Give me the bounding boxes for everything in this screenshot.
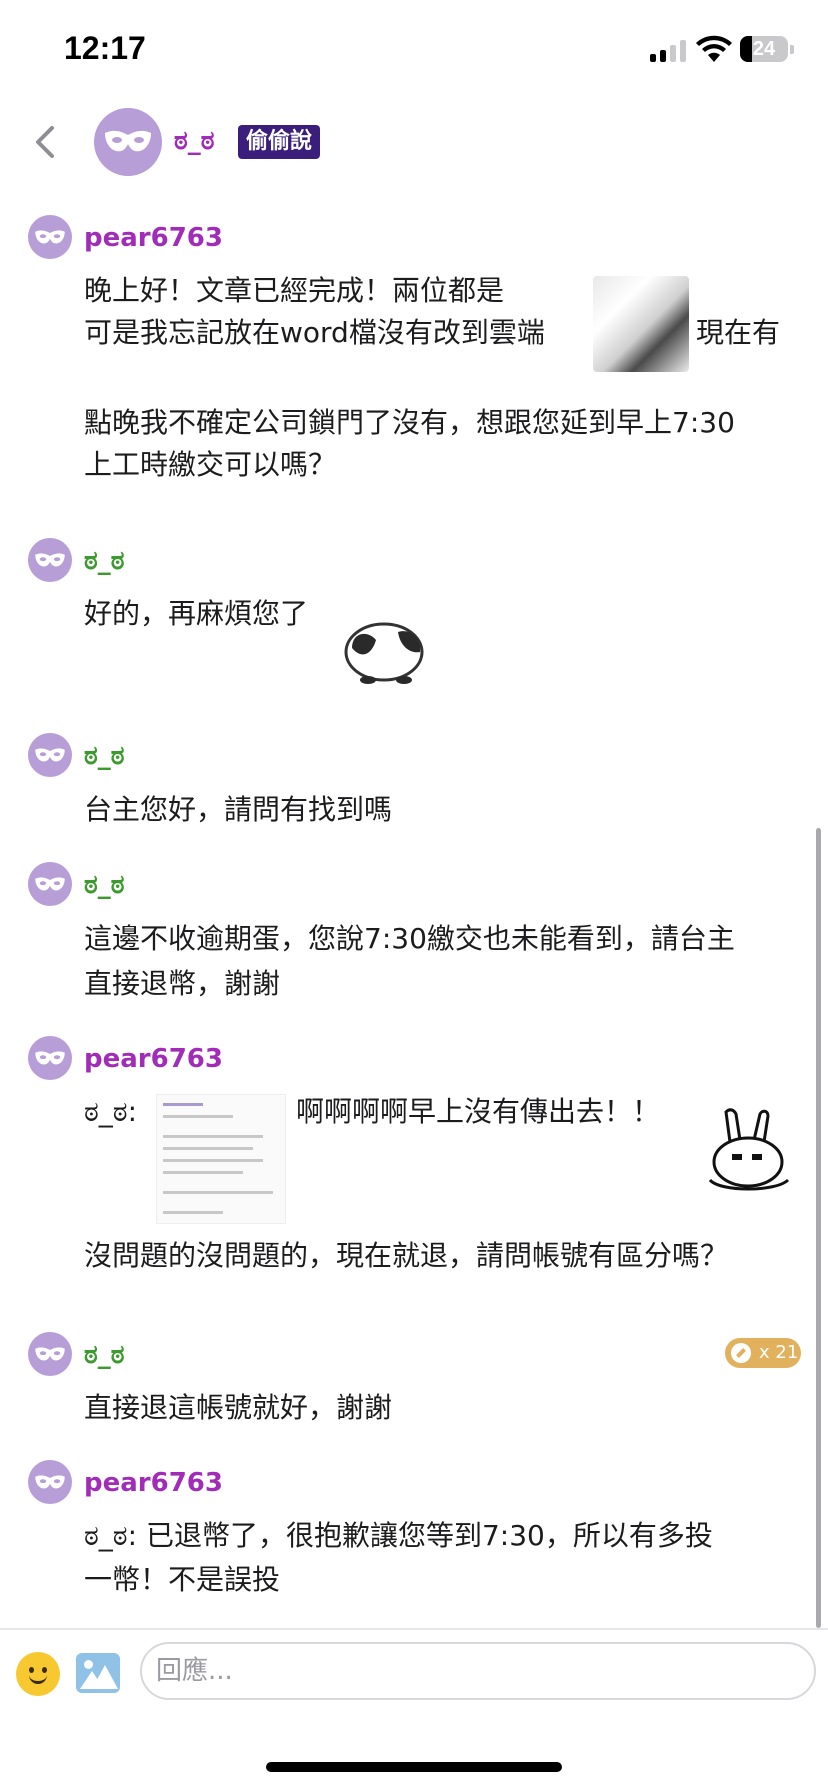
message-item: pear6763 ಠ_ಠ: 啊啊啊啊早上沒有傳出去！！ 沒問題的沒問題的，現在就…	[0, 1036, 828, 1296]
masquerade-mask-icon[interactable]	[28, 733, 72, 777]
message-item: pear6763 ಠ_ಠ: 已退幣了，很抱歉讓您等到7:30，所以有多投 一幣！…	[0, 1460, 828, 1596]
message-item: ಠ_ಠ 好的，再麻煩您了	[0, 538, 828, 688]
message-text: 直接退幣，謝謝	[84, 967, 281, 1000]
message-item: ಠ_ಠ 台主您好，請問有找到嗎	[0, 733, 828, 826]
masquerade-mask-icon[interactable]	[28, 215, 72, 259]
message-text: ಠ_ಠ:	[84, 1095, 138, 1128]
message-list[interactable]: pear6763 晚上好！文章已經完成！兩位都是 可是我忘記放在word檔沒有改…	[0, 200, 828, 1625]
message-item: ಠ_ಠ x 21 直接退這帳號就好，謝謝	[0, 1332, 828, 1424]
image-upload-icon[interactable]	[76, 1653, 120, 1693]
coin-count-badge[interactable]: x 21	[725, 1338, 801, 1368]
message-author[interactable]: ಠ_ಠ	[84, 1340, 125, 1371]
reply-input[interactable]	[140, 1642, 816, 1700]
message-item: pear6763 晚上好！文章已經完成！兩位都是 可是我忘記放在word檔沒有改…	[0, 215, 828, 481]
chat-partner-name[interactable]: ಠ_ಠ	[174, 126, 215, 157]
message-text: 這邊不收逾期蛋，您說7:30繳交也未能看到，請台主	[84, 922, 735, 955]
message-text: 可是我忘記放在word檔沒有改到雲端	[84, 316, 545, 349]
screenshot-thumbnail[interactable]	[156, 1094, 286, 1224]
home-indicator[interactable]	[266, 1762, 562, 1772]
wifi-icon	[696, 35, 732, 62]
reply-bar	[0, 1630, 828, 1720]
masquerade-mask-icon[interactable]	[28, 1460, 72, 1504]
status-time: 12:17	[64, 30, 146, 66]
masquerade-mask-icon[interactable]	[28, 538, 72, 582]
message-text: 沒問題的沒問題的，現在就退，請問帳號有區分嗎？	[84, 1239, 729, 1272]
cellular-signal-icon	[650, 40, 686, 62]
message-author[interactable]: ಠ_ಠ	[84, 741, 125, 772]
coin-icon	[731, 1343, 751, 1363]
message-text: 上工時繳交可以嗎？	[84, 448, 337, 481]
message-text: 現在有	[696, 316, 781, 349]
status-bar: 12:17 24	[0, 0, 828, 100]
message-text: 台主您好，請問有找到嗎	[84, 793, 393, 826]
message-text: 直接退這帳號就好，謝謝	[84, 1391, 393, 1424]
masquerade-mask-icon[interactable]	[28, 1036, 72, 1080]
message-text: 啊啊啊啊早上沒有傳出去！！	[296, 1095, 661, 1128]
battery-cap	[790, 45, 794, 54]
battery-icon: 24	[740, 36, 788, 62]
message-author[interactable]: pear6763	[84, 223, 223, 253]
scrollbar[interactable]	[816, 828, 821, 1628]
message-author[interactable]: pear6763	[84, 1468, 223, 1498]
masquerade-mask-icon[interactable]	[94, 108, 162, 176]
smiley-face-icon[interactable]	[16, 1652, 60, 1696]
sticker-image[interactable]	[700, 1106, 796, 1198]
coin-count: x 21	[759, 1342, 799, 1363]
message-text: ಠ_ಠ: 已退幣了，很抱歉讓您等到7:30，所以有多投	[84, 1519, 713, 1552]
message-text: 點晚我不確定公司鎖門了沒有，想跟您延到早上7:30	[84, 406, 735, 439]
back-chevron-icon[interactable]	[28, 120, 64, 164]
message-text: 一幣！不是誤投	[84, 1563, 281, 1596]
sticker-image[interactable]	[338, 594, 430, 688]
message-item: ಠ_ಠ 這邊不收逾期蛋，您說7:30繳交也未能看到，請台主 直接退幣，謝謝	[0, 862, 828, 1000]
sticker-image[interactable]	[593, 276, 689, 372]
masquerade-mask-icon[interactable]	[28, 1332, 72, 1376]
message-text: 好的，再麻煩您了	[84, 597, 309, 630]
message-author[interactable]: pear6763	[84, 1044, 223, 1074]
anonymous-badge: 偷偷說	[238, 125, 321, 159]
message-text: 晚上好！文章已經完成！兩位都是	[84, 274, 505, 307]
battery-percent: 24	[752, 38, 776, 60]
chat-header: ಠ_ಠ 偷偷說	[0, 100, 828, 190]
masquerade-mask-icon[interactable]	[28, 862, 72, 906]
message-author[interactable]: ಠ_ಠ	[84, 870, 125, 901]
message-author[interactable]: ಠ_ಠ	[84, 546, 125, 577]
